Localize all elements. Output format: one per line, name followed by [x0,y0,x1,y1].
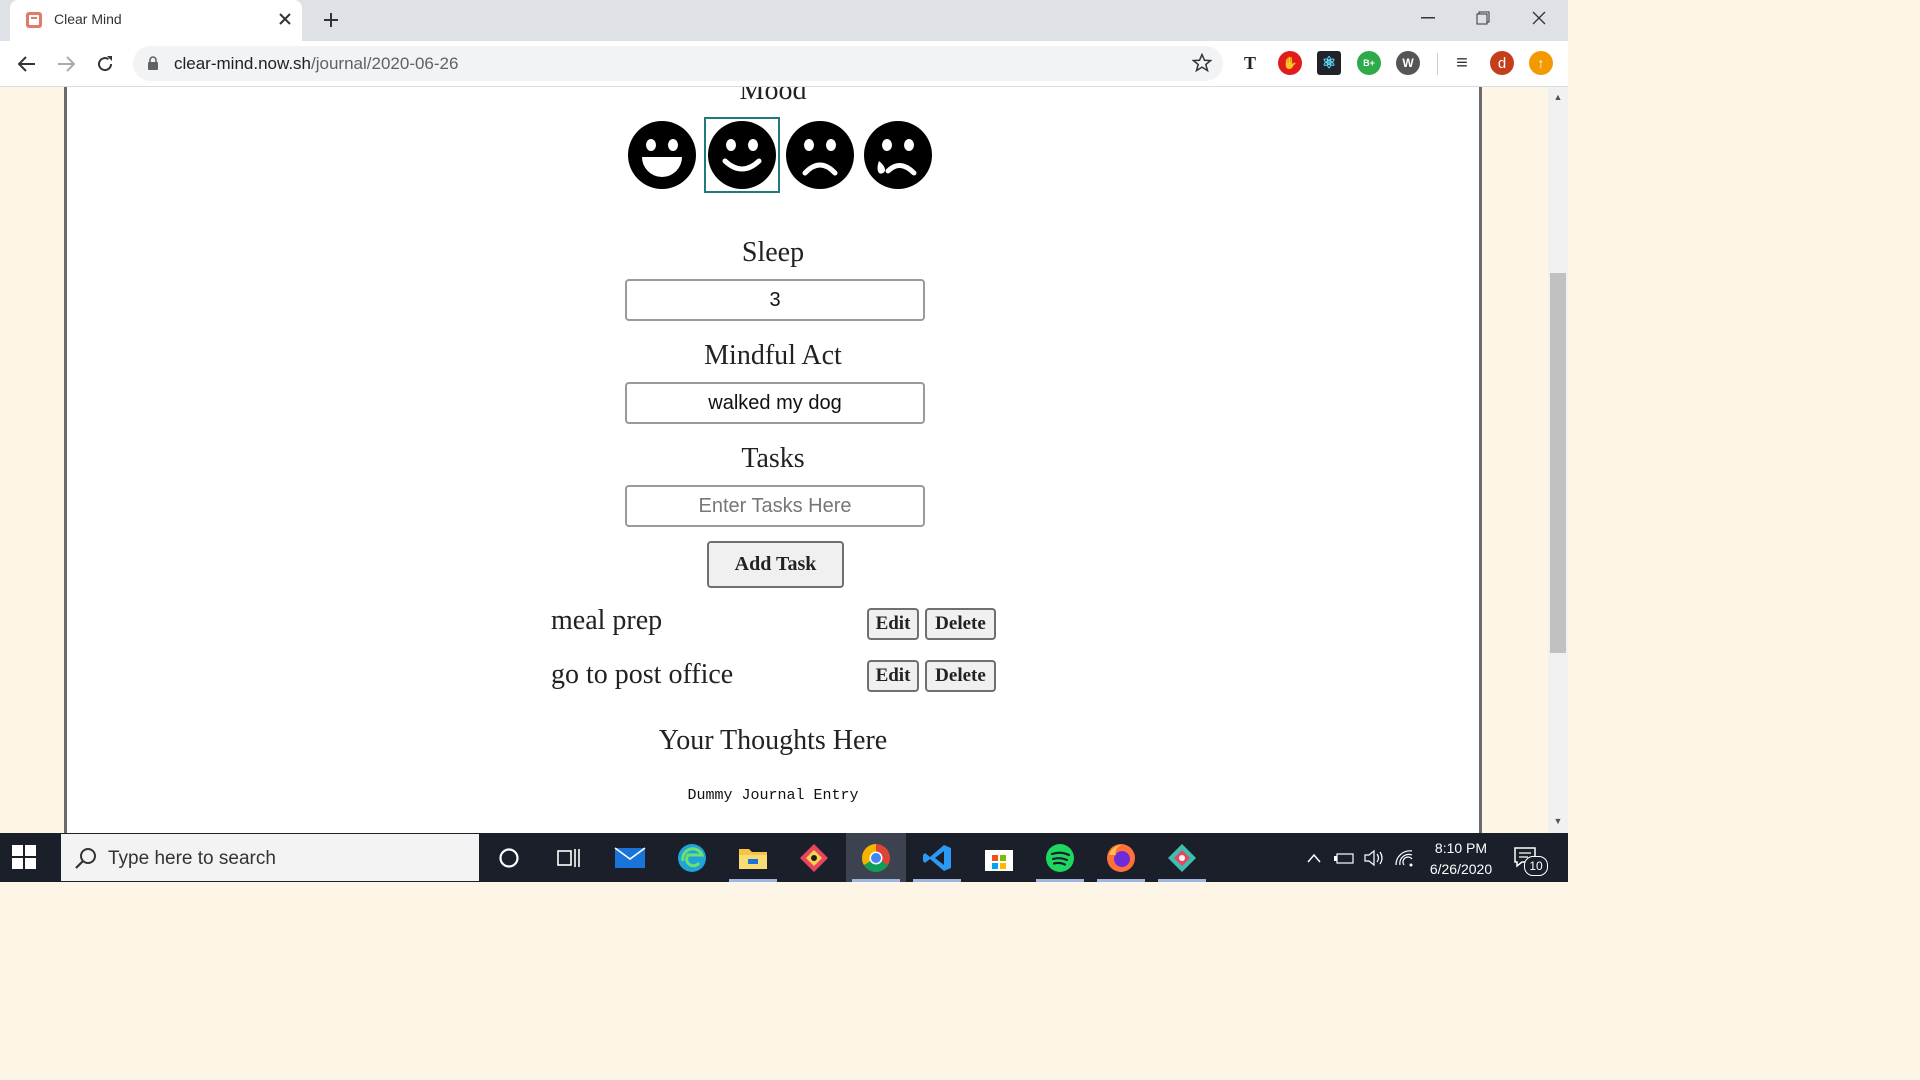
microsoft-store-icon[interactable] [983,843,1015,873]
tab-close-icon[interactable] [275,9,295,29]
explorer-open-indicator [729,879,777,882]
bplus-extension-icon[interactable]: B+ [1357,51,1381,75]
journal-card: Mood Sleep 3 Mindful Act walked my dog T… [64,87,1482,833]
chrome-open-indicator [852,879,900,882]
edit-task-button[interactable]: Edit [867,608,919,640]
restore-icon[interactable] [1469,6,1497,30]
tray-chevron-up-icon[interactable] [1302,843,1326,873]
toolbar-divider [1437,53,1438,75]
page-scrollbar[interactable]: ▲ ▼ [1548,87,1568,833]
back-arrow-icon[interactable] [14,51,40,77]
reload-icon[interactable] [92,51,118,77]
forward-arrow-icon[interactable] [53,51,79,77]
scroll-down-arrow-icon[interactable]: ▼ [1552,815,1564,827]
file-explorer-icon[interactable] [737,843,769,873]
scroll-thumb[interactable] [1550,273,1566,653]
url-host: clear-mind.now.sh [174,54,312,73]
browser-tab[interactable]: Clear Mind [10,0,302,41]
sad-face-icon[interactable] [786,121,854,189]
taskbar-clock[interactable]: 8:10 PM 6/26/2020 [1422,838,1500,880]
media-control-icon[interactable]: ≡ [1450,51,1474,75]
update-icon[interactable]: ↑ [1529,51,1553,75]
url-text: clear-mind.now.sh/journal/2020-06-26 [174,54,458,74]
url-path: /journal/2020-06-26 [311,54,459,73]
git-kraken-icon[interactable] [1166,843,1198,873]
spotify-icon[interactable] [1044,843,1076,873]
gitkraken-open-indicator [1158,879,1206,882]
add-task-button[interactable]: Add Task [707,541,844,588]
stop-extension-icon[interactable]: ✋ [1278,51,1302,75]
delete-task-button[interactable]: Delete [925,660,996,692]
bookmark-star-icon[interactable] [1192,53,1212,73]
mindful-act-label: Mindful Act [704,340,842,371]
crying-face-icon[interactable] [864,121,932,189]
journal-entry-text[interactable]: Dummy Journal Entry [67,787,1479,804]
taskbar-search-box[interactable]: Type here to search [61,834,479,881]
task-view-icon[interactable] [552,843,584,873]
edge-browser-icon[interactable] [676,843,708,873]
text-extension-icon[interactable]: T [1238,51,1262,75]
cortana-icon[interactable] [493,843,525,873]
delete-task-button[interactable]: Delete [925,608,996,640]
lock-icon [148,56,158,70]
task-item-text: go to post office [551,659,734,690]
firefox-open-indicator [1097,879,1145,882]
w-extension-icon[interactable]: W [1396,51,1420,75]
clock-date: 6/26/2020 [1429,861,1493,877]
git-kraken-icon[interactable] [798,843,830,873]
wifi-icon[interactable] [1392,843,1416,873]
close-window-icon[interactable] [1525,6,1553,30]
search-icon [75,848,96,869]
browser-toolbar: clear-mind.now.sh/journal/2020-06-26 T ✋… [0,41,1568,87]
address-bar[interactable]: clear-mind.now.sh/journal/2020-06-26 [133,46,1223,81]
mail-icon[interactable] [614,843,646,873]
clock-time: 8:10 PM [1434,840,1488,856]
edit-task-button[interactable]: Edit [867,660,919,692]
firefox-icon[interactable] [1105,843,1137,873]
new-tab-plus-icon[interactable] [319,8,343,32]
page-background: Mood Sleep 3 Mindful Act walked my dog T… [0,87,1548,833]
battery-icon[interactable] [1332,843,1356,873]
windows-taskbar: Type here to search 8:10 PM 6/26/2020 10 [0,833,1568,882]
tasks-input[interactable]: Enter Tasks Here [625,485,925,527]
happy-face-option[interactable] [704,117,780,193]
tab-strip: Clear Mind [0,0,1568,41]
very-happy-face-icon[interactable] [628,121,696,189]
volume-icon[interactable] [1362,843,1386,873]
notification-count-badge: 10 [1524,856,1548,876]
mindful-act-input[interactable]: walked my dog [625,382,925,424]
mood-label: Mood [739,87,807,106]
thoughts-label: Your Thoughts Here [658,725,888,756]
tasks-label: Tasks [741,443,805,474]
minimize-icon[interactable] [1414,6,1442,30]
task-item-text: meal prep [551,605,663,636]
profile-avatar[interactable]: d [1490,51,1514,75]
search-placeholder: Type here to search [108,848,276,869]
chrome-icon[interactable] [860,843,892,873]
tab-title: Clear Mind [54,11,122,27]
vscode-open-indicator [913,879,961,882]
sleep-label: Sleep [741,237,805,268]
scroll-up-arrow-icon[interactable]: ▲ [1552,91,1564,103]
happy-face-icon [708,121,776,189]
react-devtools-icon[interactable]: ⚛ [1317,51,1341,75]
sleep-input[interactable]: 3 [625,279,925,321]
journal-favicon-icon [26,12,42,28]
spotify-open-indicator [1036,879,1084,882]
windows-start-icon[interactable] [12,845,36,869]
vscode-icon[interactable] [921,843,953,873]
